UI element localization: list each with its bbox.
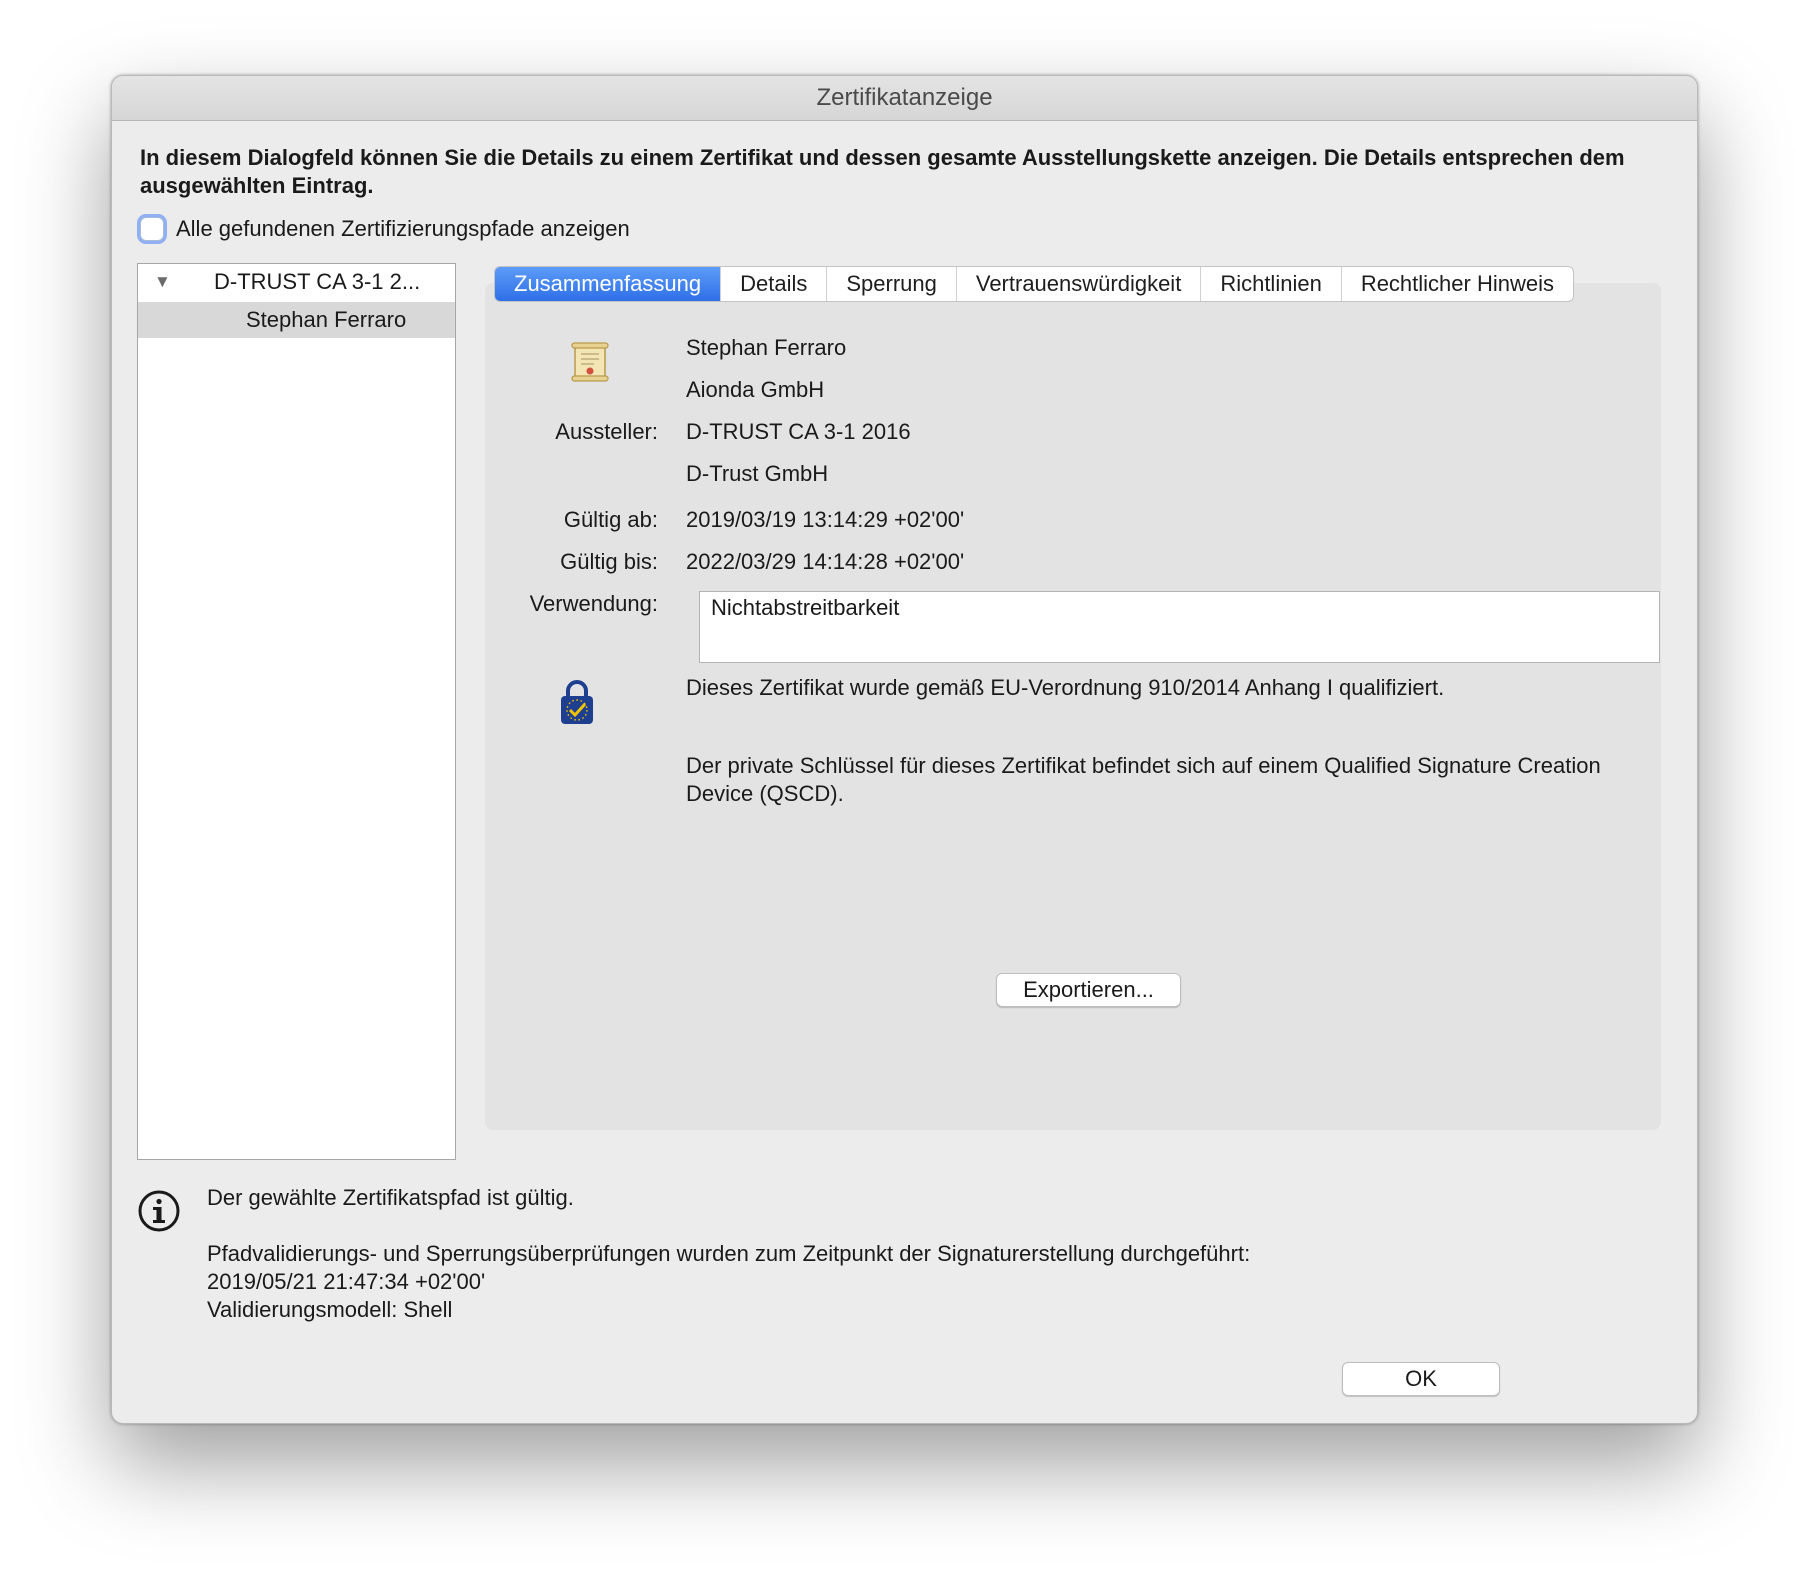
disclosure-triangle-icon[interactable]: ▼ — [154, 264, 171, 300]
certificate-icon — [571, 342, 609, 382]
valid-to-label: Gültig bis: — [560, 549, 658, 574]
show-all-paths-checkbox[interactable] — [140, 217, 164, 241]
eu-qualified-text: Dieses Zertifikat wurde gemäß EU-Verordn… — [686, 675, 1445, 700]
certificate-tree[interactable]: ▼ D-TRUST CA 3-1 2... Stephan Ferraro — [137, 263, 456, 1160]
tree-item-issuer[interactable]: ▼ D-TRUST CA 3-1 2... — [138, 264, 455, 300]
subject-organization: Aionda GmbH — [686, 377, 825, 402]
window-title: Zertifikatanzeige — [112, 76, 1697, 121]
certificate-viewer-dialog: Zertifikatanzeige In diesem Dialogfeld k… — [111, 75, 1698, 1424]
tab-policies[interactable]: Richtlinien — [1200, 267, 1341, 301]
eu-trust-lock-icon — [561, 680, 593, 724]
tab-summary[interactable]: Zusammenfassung — [495, 267, 721, 301]
path-valid-text: Der gewählte Zertifikatspfad ist gültig. — [207, 1185, 574, 1210]
show-all-paths-label[interactable]: Alle gefundenen Zertifizierungspfade anz… — [176, 216, 630, 242]
valid-from-value: 2019/03/19 13:14:29 +02'00' — [686, 507, 965, 532]
tab-legal-notice[interactable]: Rechtlicher Hinweis — [1340, 267, 1573, 301]
valid-to-value: 2022/03/29 14:14:28 +02'00' — [686, 549, 965, 574]
tab-bar: Zusammenfassung Details Sperrung Vertrau… — [494, 266, 1574, 302]
validation-model: Validierungsmodell: Shell — [207, 1297, 453, 1322]
validation-info-text: Pfadvalidierungs- und Sperrungsüberprüfu… — [207, 1241, 1251, 1266]
tree-item-subject[interactable]: Stephan Ferraro — [138, 302, 455, 338]
issuer-organization: D-Trust GmbH — [686, 461, 829, 486]
usage-label: Verwendung: — [529, 591, 658, 616]
issuer-name: D-TRUST CA 3-1 2016 — [686, 419, 911, 444]
intro-text: In diesem Dialogfeld können Sie die Deta… — [140, 145, 1625, 198]
validation-time: 2019/05/21 21:47:34 +02'00' — [207, 1269, 486, 1294]
export-button[interactable]: Exportieren... — [996, 973, 1181, 1007]
qscd-text: Der private Schlüssel für dieses Zertifi… — [686, 753, 1601, 806]
tab-revocation[interactable]: Sperrung — [826, 267, 956, 301]
valid-from-label: Gültig ab: — [563, 507, 658, 532]
subject-name: Stephan Ferraro — [686, 335, 847, 360]
tab-details[interactable]: Details — [720, 267, 826, 301]
usage-field[interactable]: Nichtabstreitbarkeit — [699, 591, 1660, 663]
show-all-paths-row[interactable]: Alle gefundenen Zertifizierungspfade anz… — [140, 214, 630, 244]
tab-trust[interactable]: Vertrauenswürdigkeit — [955, 267, 1200, 301]
info-icon — [138, 1190, 180, 1232]
issuer-label: Aussteller: — [555, 419, 658, 444]
ok-button[interactable]: OK — [1342, 1362, 1500, 1396]
tree-item-subject-label: Stephan Ferraro — [246, 307, 407, 332]
tree-item-issuer-label: D-TRUST CA 3-1 2... — [214, 269, 421, 294]
